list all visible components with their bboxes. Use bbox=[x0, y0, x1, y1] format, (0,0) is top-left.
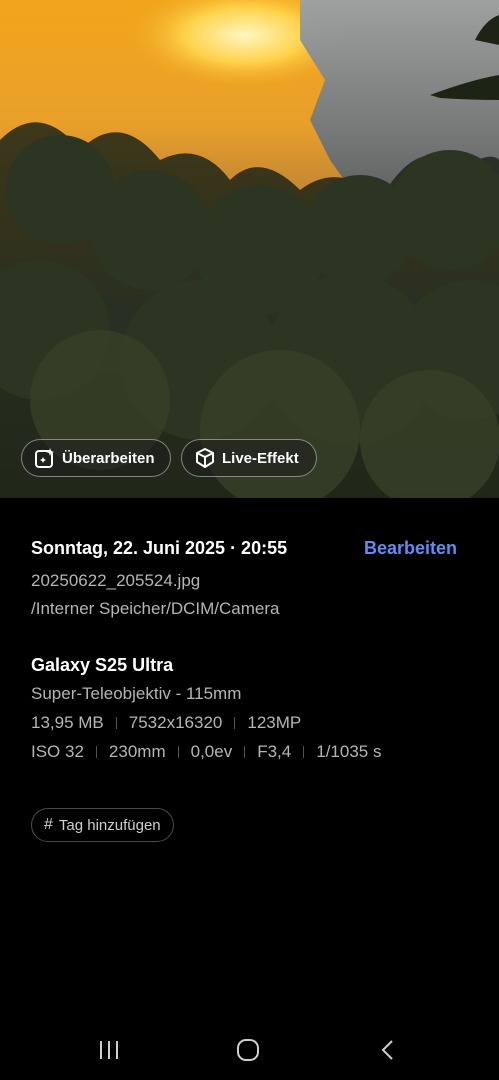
live-effect-button-label: Live-Effekt bbox=[222, 449, 299, 467]
file-name: 20250622_205524.jpg bbox=[31, 571, 201, 590]
add-tag-button[interactable]: # Tag hinzufügen bbox=[31, 808, 174, 842]
divider bbox=[303, 746, 305, 758]
home-button[interactable] bbox=[228, 1034, 268, 1066]
shutter-speed: 1/1035 s bbox=[316, 742, 382, 761]
exposure-value: 0,0ev bbox=[190, 742, 233, 761]
photo-datetime: Sonntag, 22. Juni 2025 · 20:55 bbox=[31, 538, 288, 558]
lens-info: Super-Teleobjektiv - 115mm bbox=[31, 684, 242, 703]
focal-length: 230mm bbox=[108, 742, 166, 761]
back-icon bbox=[381, 1040, 393, 1060]
resolution: 7532x16320 bbox=[128, 713, 223, 732]
divider bbox=[95, 746, 97, 758]
recent-apps-button[interactable] bbox=[89, 1034, 129, 1066]
add-tag-label: Tag hinzufügen bbox=[58, 816, 161, 834]
hashtag-icon: # bbox=[44, 816, 53, 833]
file-path: /Interner Speicher/DCIM/Camera bbox=[31, 599, 280, 618]
exposure-specs: ISO 32 230mm 0,0ev F3,4 1/1035 s bbox=[31, 742, 468, 762]
aperture: F3,4 bbox=[257, 742, 292, 761]
divider bbox=[115, 717, 117, 729]
photo-details: Sonntag, 22. Juni 2025 · 20:55 Bearbeite… bbox=[31, 538, 468, 762]
date-row: Sonntag, 22. Juni 2025 · 20:55 Bearbeite… bbox=[31, 538, 468, 559]
sparkle-edit-icon bbox=[35, 448, 54, 468]
file-specs: 13,95 MB 7532x16320 123MP bbox=[31, 713, 468, 733]
enhance-button[interactable]: Überarbeiten bbox=[21, 439, 171, 477]
live-effect-button[interactable]: Live-Effekt bbox=[181, 439, 317, 477]
iso-value: ISO 32 bbox=[31, 742, 84, 761]
recent-apps-icon bbox=[100, 1041, 118, 1059]
divider bbox=[177, 746, 179, 758]
home-icon bbox=[237, 1039, 259, 1061]
cube-icon bbox=[196, 448, 214, 468]
device-model: Galaxy S25 Ultra bbox=[31, 655, 174, 675]
photo-preview[interactable]: Überarbeiten Live-Effekt bbox=[0, 0, 499, 498]
back-button[interactable] bbox=[368, 1034, 408, 1066]
system-navigation-bar bbox=[0, 1020, 499, 1080]
megapixels: 123MP bbox=[247, 713, 302, 732]
edit-details-link[interactable]: Bearbeiten bbox=[364, 538, 457, 559]
enhance-button-label: Überarbeiten bbox=[62, 449, 155, 467]
file-size: 13,95 MB bbox=[31, 713, 104, 732]
sunset-photo bbox=[0, 0, 499, 498]
divider bbox=[234, 717, 236, 729]
divider bbox=[244, 746, 246, 758]
